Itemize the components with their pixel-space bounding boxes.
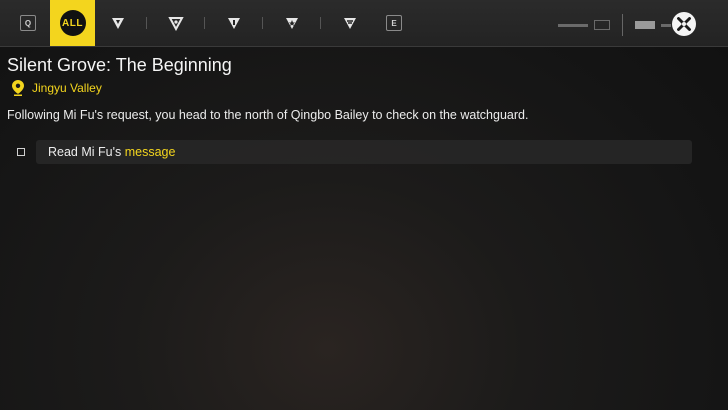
tab-all-label: ALL	[59, 10, 86, 36]
deco-block	[635, 21, 655, 29]
location-pin-icon	[12, 80, 24, 96]
tab-divider	[146, 17, 147, 29]
tab-divider	[204, 17, 205, 29]
exploration-quest-icon	[227, 18, 240, 29]
quest-filter-bar: Q ALL E	[0, 0, 728, 47]
tab-companion[interactable]	[327, 0, 372, 46]
deco-box	[594, 20, 610, 30]
next-tab-key-hint[interactable]: E	[386, 15, 402, 31]
prev-tab-key-hint[interactable]: Q	[20, 15, 36, 31]
companion-quest-icon	[343, 18, 356, 29]
quest-title: Silent Grove: The Beginning	[7, 55, 232, 75]
objective-highlight: message	[124, 145, 176, 159]
deco-bar	[558, 23, 588, 27]
location-name: Jingyu Valley	[32, 81, 102, 95]
objective-text: Read Mi Fu's message	[48, 145, 175, 159]
close-icon	[677, 17, 691, 31]
close-button[interactable]	[672, 12, 696, 36]
tab-main-quests[interactable]	[95, 0, 140, 46]
quest-description: Following Mi Fu's request, you head to t…	[7, 108, 529, 122]
tab-divider	[262, 17, 263, 29]
tab-all[interactable]: ALL	[50, 0, 95, 46]
tab-exploration[interactable]	[211, 0, 256, 46]
event-quest-icon	[285, 18, 298, 29]
quest-tabs: Q ALL E	[20, 0, 402, 46]
tab-divider	[320, 17, 321, 29]
deco-bar	[661, 23, 671, 27]
objective-row[interactable]: Read Mi Fu's message	[36, 140, 692, 164]
objective-checkbox	[17, 148, 25, 156]
quest-location: Jingyu Valley	[12, 80, 102, 96]
tab-events[interactable]	[269, 0, 314, 46]
side-quest-icon	[167, 17, 184, 31]
deco-divider	[622, 14, 623, 36]
main-quest-icon	[111, 18, 124, 29]
tab-side-quests[interactable]	[153, 0, 198, 46]
hud-decoration	[558, 14, 671, 36]
objective-prefix: Read Mi Fu's	[48, 145, 125, 159]
